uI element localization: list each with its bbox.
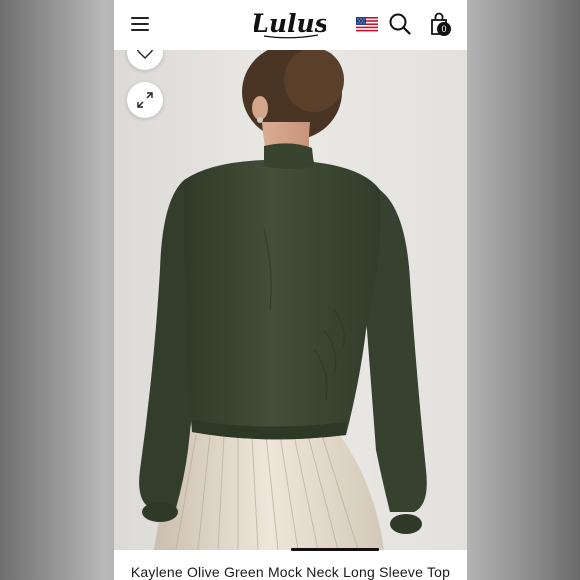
search-icon[interactable] bbox=[389, 13, 411, 35]
cart-count-badge[interactable]: 0 bbox=[437, 22, 451, 36]
brand-logo[interactable]: Lulus bbox=[254, 6, 326, 42]
product-title-bar: Kaylene Olive Green Mock Neck Long Sleev… bbox=[114, 551, 467, 580]
expand-image-button[interactable] bbox=[127, 82, 163, 118]
site-header: Lulus 0 bbox=[114, 0, 467, 50]
us-flag-icon[interactable] bbox=[356, 17, 378, 33]
image-carousel-indicator bbox=[291, 548, 379, 551]
product-title: Kaylene Olive Green Mock Neck Long Sleev… bbox=[130, 564, 451, 580]
phone-screen: Lulus 0 Kaylene Olive Green Mock Neck Lo… bbox=[114, 0, 467, 580]
hamburger-menu-icon[interactable] bbox=[131, 16, 151, 32]
expand-arrows-icon bbox=[137, 92, 153, 108]
product-image[interactable] bbox=[114, 50, 467, 550]
brand-logo-text: Lulus bbox=[254, 9, 326, 38]
product-photo-illustration bbox=[114, 50, 467, 550]
